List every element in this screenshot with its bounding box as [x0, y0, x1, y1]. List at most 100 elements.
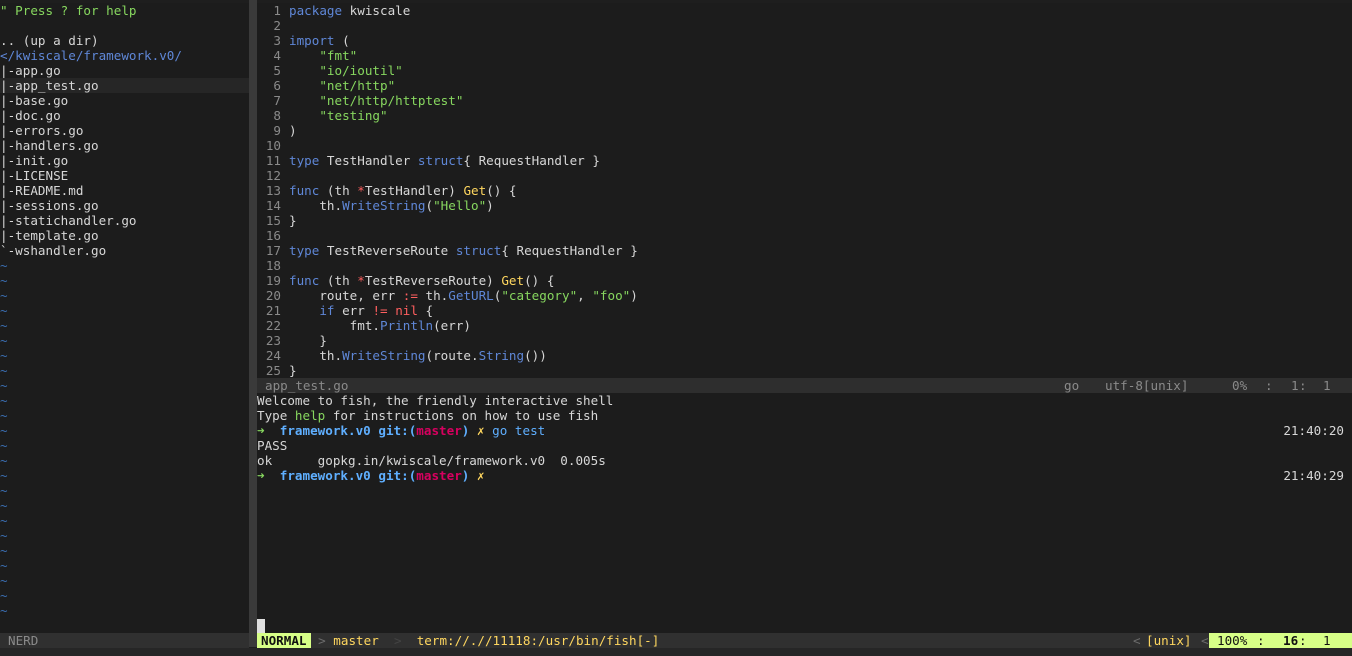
nerdtree-pane[interactable]: " Press ? for help .. (up a dir) </kwisc…	[0, 3, 249, 633]
code-line[interactable]: 23 }	[257, 333, 1352, 348]
line-number: 25	[265, 363, 281, 378]
code-line[interactable]: 5 "io/ioutil"	[257, 63, 1352, 78]
code-line[interactable]: 3 import (	[257, 33, 1352, 48]
code-line[interactable]: 15}	[257, 213, 1352, 228]
code-line[interactable]: 8 "testing"	[257, 108, 1352, 123]
line-number: 4	[273, 48, 281, 63]
empty-line-marker: ~	[0, 543, 8, 558]
code-text: "net/http"	[319, 78, 396, 93]
buffer-path: term://.//11118:/usr/bin/fish[-]	[416, 633, 660, 648]
empty-line-marker: ~	[0, 378, 8, 393]
file-item[interactable]: |-LICENSE	[0, 168, 249, 183]
empty-line-marker: ~	[0, 528, 8, 543]
line-number: 10	[265, 138, 281, 153]
file-item[interactable]: |-sessions.go	[0, 198, 249, 213]
code-text: func (th *TestReverseRoute) Get() {	[289, 273, 555, 288]
code-line[interactable]: 12	[257, 168, 1352, 183]
cursor-line: 16	[1283, 633, 1299, 648]
file-item[interactable]: |-base.go	[0, 93, 249, 108]
code-line[interactable]: 7 "net/http/httptest"	[257, 93, 1352, 108]
empty-line-marker: ~	[0, 558, 8, 573]
line-number: 5	[273, 63, 281, 78]
code-line[interactable]: 19 func (th *TestReverseRoute) Get() {	[257, 273, 1352, 288]
prompt-dir: framework.v0	[279, 423, 371, 438]
file-item[interactable]: |-init.go	[0, 153, 249, 168]
code-text: "fmt"	[319, 48, 358, 63]
cursor-col: 1	[1323, 633, 1331, 648]
vertical-split-divider[interactable]	[249, 0, 257, 647]
file-item[interactable]: |-README.md	[0, 183, 249, 198]
code-line[interactable]: 20 route, err := th.GetURL("category", "…	[257, 288, 1352, 303]
empty-line-marker: ~	[0, 363, 8, 378]
empty-line-marker: ~	[0, 333, 8, 348]
terminal-cursor	[257, 619, 265, 633]
mode-indicator: NORMAL	[257, 633, 311, 648]
empty-line-marker: ~	[0, 423, 8, 438]
code-line[interactable]: 10	[257, 138, 1352, 153]
code-line[interactable]: 13 func (th *TestHandler) Get() {	[257, 183, 1352, 198]
prompt-time: 21:40:20	[1283, 423, 1344, 438]
editor-statusline: app_test.go go utf-8[unix] 0%:1:1	[257, 378, 1352, 393]
line-number: 22	[265, 318, 281, 333]
code-line[interactable]: 14 th.WriteString("Hello")	[257, 198, 1352, 213]
empty-line-marker: ~	[0, 438, 8, 453]
prompt-dir: framework.v0	[279, 468, 371, 483]
editor-line: 1	[1291, 378, 1299, 393]
code-line[interactable]: 6 "net/http"	[257, 78, 1352, 93]
code-line[interactable]: 1 package kwiscale	[257, 3, 1352, 18]
code-text: )	[289, 123, 297, 138]
file-format: [unix]	[1146, 633, 1192, 648]
file-item[interactable]: |-statichandler.go	[0, 213, 249, 228]
editor-filetype: go	[1064, 378, 1080, 393]
empty-line-marker: ~	[0, 498, 8, 513]
empty-line-marker: ~	[0, 288, 8, 303]
root-directory[interactable]: </kwiscale/framework.v0/	[0, 48, 249, 63]
help-keyword: help	[294, 408, 326, 423]
file-item[interactable]: |-template.go	[0, 228, 249, 243]
empty-line-marker: ~	[0, 483, 8, 498]
terminal-pane[interactable]: Welcome to fish, the friendly interactiv…	[257, 393, 1352, 633]
code-line[interactable]: 16	[257, 228, 1352, 243]
line-number: 8	[273, 108, 281, 123]
prompt-arrow-icon: ➜	[257, 423, 265, 438]
empty-line-marker: ~	[0, 318, 8, 333]
prompt-line: ➜ framework.v0 git:(master) ✗ 21:40:29	[257, 468, 1344, 483]
empty-line-marker: ~	[0, 273, 8, 288]
buffer-percent: 100%	[1217, 633, 1248, 648]
empty-line-marker: ~	[0, 588, 8, 603]
file-item[interactable]: `-wshandler.go	[0, 243, 249, 258]
code-line[interactable]: 24 th.WriteString(route.String())	[257, 348, 1352, 363]
file-item[interactable]: |-handlers.go	[0, 138, 249, 153]
code-line[interactable]: 17 type TestReverseRoute struct{ RequestH…	[257, 243, 1352, 258]
file-list: |-app.go |-app_test.go |-base.go |-doc.go |-…	[0, 63, 249, 258]
code-line[interactable]: 4 "fmt"	[257, 48, 1352, 63]
editor-pane[interactable]: 1 package kwiscale 2 3 import (4 "fmt" 5 "io/…	[257, 3, 1352, 378]
empty-lines: ~ ~ ~ ~ ~ ~ ~ ~ ~ ~ ~ ~ ~ ~ ~ ~ ~ ~ ~ ~ ~ ~ ~ ~	[0, 258, 249, 618]
editor-col: 1	[1323, 378, 1331, 393]
code-line[interactable]: 11 type TestHandler struct{ RequestHandle…	[257, 153, 1352, 168]
code-text: }	[289, 363, 297, 378]
dirty-icon: ✗	[476, 423, 485, 438]
line-number: 24	[265, 348, 281, 363]
empty-line-marker: ~	[0, 408, 8, 423]
code-text: func (th *TestHandler) Get() {	[289, 183, 517, 198]
code-line[interactable]: 22 fmt.Println(err)	[257, 318, 1352, 333]
up-dir-link[interactable]: .. (up a dir)	[0, 33, 249, 48]
file-item[interactable]: |-app.go	[0, 63, 249, 78]
nerdtree-statusline: NERD	[0, 633, 249, 648]
code-line[interactable]: 2	[257, 18, 1352, 33]
line-number: 9	[273, 123, 281, 138]
welcome-help-line: Type help for instructions on how to use…	[257, 408, 599, 423]
code-text: import (	[289, 33, 350, 48]
file-item[interactable]: |-doc.go	[0, 108, 249, 123]
command: go test	[492, 423, 546, 438]
code-text: "testing"	[319, 108, 388, 123]
code-line[interactable]: 18	[257, 258, 1352, 273]
code-line[interactable]: 25}	[257, 363, 1352, 378]
code-text: "net/http/httptest"	[319, 93, 464, 108]
prompt-time: 21:40:29	[1283, 468, 1344, 483]
file-item[interactable]: |-app_test.go	[0, 78, 249, 93]
code-line[interactable]: 21 if err != nil {	[257, 303, 1352, 318]
code-line[interactable]: 9)	[257, 123, 1352, 138]
file-item[interactable]: |-errors.go	[0, 123, 249, 138]
